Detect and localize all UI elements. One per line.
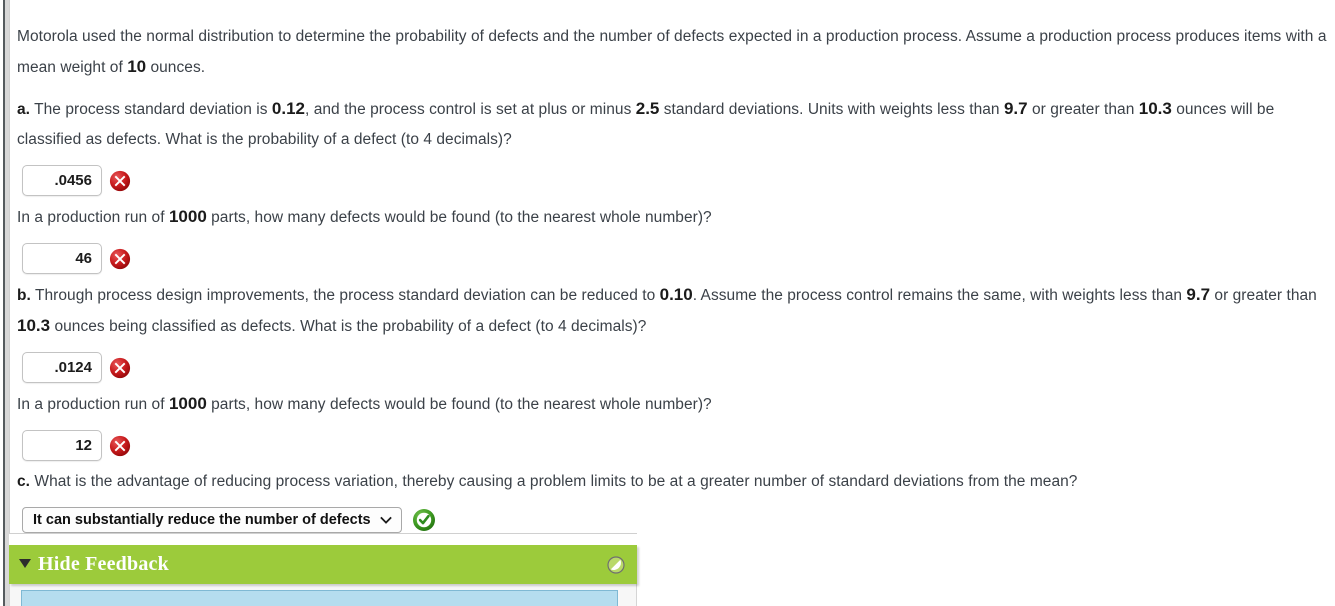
- resize-grip-icon[interactable]: [607, 555, 625, 574]
- red-x-circle-icon: [109, 248, 131, 269]
- question-content: Motorola used the normal distribution to…: [10, 0, 1335, 539]
- red-x-circle-icon: [109, 435, 131, 456]
- triangle-down-icon: [19, 559, 31, 568]
- part-a-sigma-value: 2.5: [635, 99, 660, 118]
- green-check-circle-icon: [412, 509, 435, 531]
- part-a-followup-text-1: In a production run of: [17, 209, 169, 226]
- part-a-followup-n: 1000: [168, 207, 207, 226]
- part-b-followup-question: In a production run of 1000 parts, how m…: [17, 389, 1335, 420]
- part-c-text: What is the advantage of reducing proces…: [30, 473, 1078, 490]
- part-c-select[interactable]: It can substantially reduce the number o…: [22, 507, 402, 533]
- part-a-sd-value: 0.12: [271, 99, 305, 118]
- part-c-question: c. What is the advantage of reducing pro…: [17, 467, 1335, 497]
- feedback-panel: Hide Feedback: [9, 545, 637, 606]
- part-a-text-2: , and the process control is set at plus…: [304, 101, 636, 118]
- part-a-followup-question: In a production run of 1000 parts, how m…: [17, 202, 1335, 233]
- part-c-select-wrapper: It can substantially reduce the number o…: [22, 507, 402, 533]
- part-a-question: a. The process standard deviation is 0.1…: [17, 94, 1335, 155]
- part-b-text-4: ounces being classified as defects. What…: [50, 318, 647, 335]
- part-a-upper-limit: 10.3: [1138, 99, 1172, 118]
- part-a-followup-text-2: parts, how many defects would be found (…: [206, 209, 712, 226]
- intro-mean-value: 10: [127, 57, 147, 76]
- intro-text-1: Motorola used the normal distribution to…: [17, 28, 1327, 76]
- part-b-text-1: Through process design improvements, the…: [30, 287, 660, 304]
- part-a-text-1: The process standard deviation is: [30, 101, 272, 118]
- part-a-answer-input[interactable]: [22, 165, 102, 196]
- part-c-label: c.: [17, 473, 31, 490]
- chevron-down-icon: [379, 516, 392, 524]
- problem-intro: Motorola used the normal distribution to…: [17, 22, 1335, 83]
- part-b-followup-n: 1000: [168, 394, 207, 413]
- part-b-label: b.: [17, 287, 31, 304]
- feedback-body: [9, 584, 637, 606]
- feedback-message-box: [21, 590, 618, 606]
- part-b-question: b. Through process design improvements, …: [17, 280, 1335, 342]
- part-b-answer-row: [22, 352, 1335, 383]
- part-c-selected-option: It can substantially reduce the number o…: [33, 512, 371, 528]
- feedback-toggle-label: Hide Feedback: [38, 553, 169, 575]
- question-page: Motorola used the normal distribution to…: [0, 0, 1335, 606]
- part-b-text-3: or greater than: [1210, 287, 1317, 304]
- part-a-answer-row: [22, 165, 1335, 196]
- part-a-lower-limit: 9.7: [1003, 99, 1028, 118]
- part-a-followup-input[interactable]: [22, 243, 102, 274]
- part-b-upper-limit: 10.3: [17, 316, 51, 335]
- part-b-lower-limit: 9.7: [1186, 285, 1211, 304]
- part-b-sd-value: 0.10: [659, 285, 693, 304]
- part-b-followup-text-1: In a production run of: [17, 396, 169, 413]
- part-a-followup-answer-row: [22, 243, 1335, 274]
- red-x-circle-icon: [109, 170, 131, 191]
- intro-text-2: ounces.: [146, 59, 206, 76]
- part-a-text-3: standard deviations. Units with weights …: [659, 101, 1004, 118]
- part-a-label: a.: [17, 101, 31, 118]
- part-a-text-4: or greater than: [1027, 101, 1139, 118]
- part-b-followup-text-2: parts, how many defects would be found (…: [206, 396, 712, 413]
- part-b-followup-input[interactable]: [22, 430, 102, 461]
- part-c-answer-row: It can substantially reduce the number o…: [22, 507, 1335, 533]
- part-b-text-2: . Assume the process control remains the…: [692, 287, 1187, 304]
- feedback-toggle-header[interactable]: Hide Feedback: [9, 545, 637, 584]
- red-x-circle-icon: [109, 357, 131, 378]
- part-b-followup-answer-row: [22, 430, 1335, 461]
- part-b-answer-input[interactable]: [22, 352, 102, 383]
